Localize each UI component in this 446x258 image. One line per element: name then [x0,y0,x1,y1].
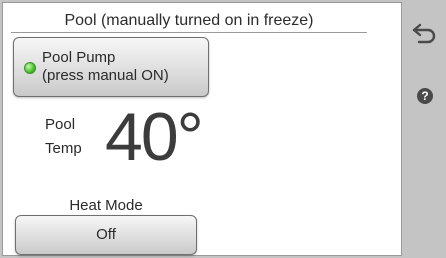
heat-mode-button[interactable]: Off [15,215,197,255]
pool-temp-label: Pool Temp [45,113,82,161]
pool-pump-label-line2: (press manual ON) [42,67,169,84]
back-arrow-icon[interactable] [410,20,440,46]
pool-pump-button[interactable]: Pool Pump (press manual ON) [13,37,209,97]
pool-temp-value: 40° [105,99,204,175]
pump-status-indicator-icon [24,62,36,74]
pool-temp-label-line1: Pool [45,116,76,133]
pool-temp-label-line2: Temp [45,140,82,157]
help-icon[interactable]: ? [417,88,433,104]
heat-mode-label: Heat Mode [69,197,143,214]
page-title: Pool (manually turned on in freeze) [11,9,367,33]
pool-panel: Pool (manually turned on in freeze) Pool… [2,2,402,256]
pool-pump-label: Pool Pump (press manual ON) [42,49,169,85]
pool-pump-label-line1: Pool Pump [42,49,116,66]
